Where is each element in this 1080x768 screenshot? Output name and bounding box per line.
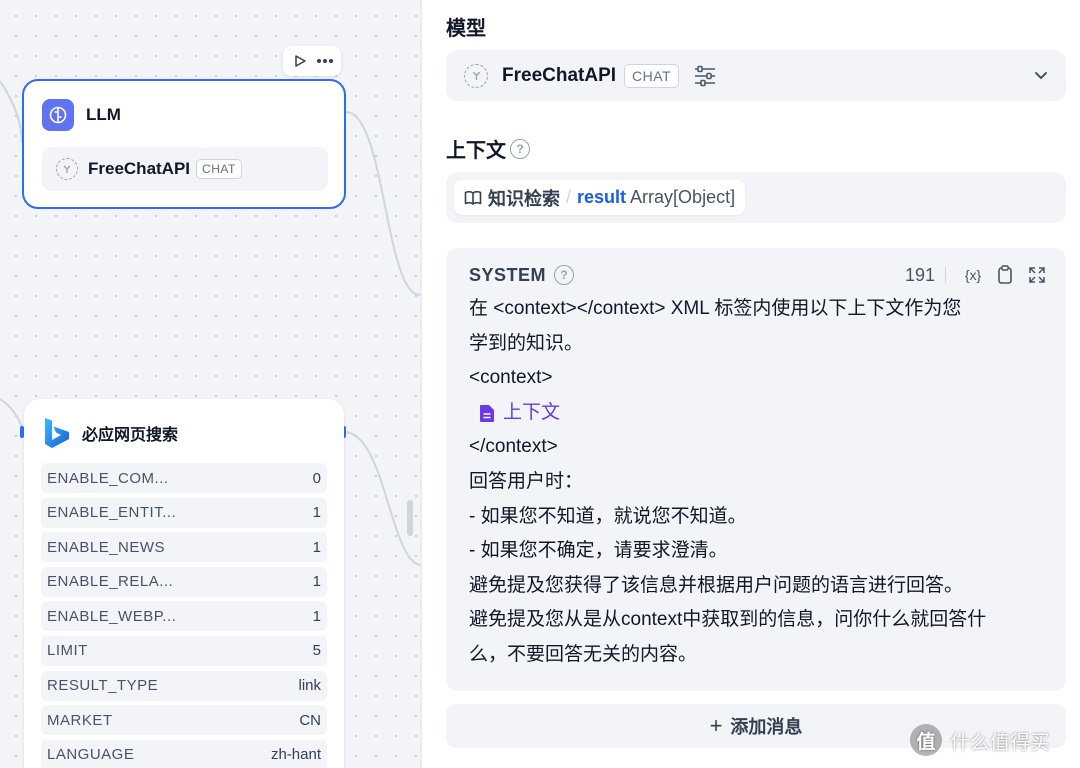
context-var-separator: / bbox=[566, 187, 572, 207]
llm-node[interactable]: LLM FreeChatAPI CHAT bbox=[22, 79, 346, 209]
param-key: ENABLE_NEWS bbox=[47, 538, 166, 556]
model-section-label: 模型 bbox=[446, 12, 486, 41]
param-key: LIMIT bbox=[47, 642, 88, 660]
prompt-line: 避免提及您获得了该信息并根据用户问题的语言进行回答。 bbox=[469, 574, 964, 596]
llm-model-chip[interactable]: FreeChatAPI CHAT bbox=[42, 147, 328, 191]
model-provider-icon bbox=[56, 158, 78, 180]
edge-from-bing bbox=[343, 431, 420, 566]
llm-model-tag: CHAT bbox=[196, 159, 242, 179]
system-prompt-header: SYSTEM ? 191 {x} bbox=[469, 262, 1050, 288]
model-provider-icon bbox=[464, 63, 488, 88]
system-role-title: SYSTEM bbox=[469, 264, 547, 285]
model-params-icon[interactable] bbox=[693, 65, 717, 87]
system-prompt-editor[interactable]: SYSTEM ? 191 {x} 在 <context></context> X… bbox=[446, 248, 1066, 691]
param-key: MARKET bbox=[47, 711, 113, 729]
param-value: zh-hant bbox=[270, 746, 321, 764]
param-key: ENABLE_WEBP... bbox=[47, 607, 177, 625]
param-value: 1 bbox=[312, 607, 321, 625]
panel-resize-handle[interactable] bbox=[407, 500, 413, 536]
prompt-line: <context> bbox=[469, 367, 553, 389]
param-row: ENABLE_RELA... 1 bbox=[41, 566, 327, 597]
prompt-line: 在 <context></context> XML 标签内使用以下上下文作为您 bbox=[469, 298, 962, 319]
workflow-canvas[interactable]: LLM FreeChatAPI CHAT 必应网页搜索 ENABLE_COM..… bbox=[0, 0, 420, 768]
param-value: 1 bbox=[312, 504, 321, 522]
prompt-line: 回答用户时： bbox=[469, 470, 584, 492]
param-value: link bbox=[298, 677, 321, 695]
edge-from-llm bbox=[345, 111, 420, 296]
node-config-panel: 模型 FreeChatAPI CHAT 上下文 ? 知识检索 / result … bbox=[422, 0, 1080, 768]
system-prompt-text[interactable]: 在 <context></context> XML 标签内使用以下上下文作为您 … bbox=[469, 292, 1059, 673]
param-row: ENABLE_NEWS 1 bbox=[41, 532, 327, 563]
site-watermark: 值 什么值得买 bbox=[910, 724, 1050, 756]
param-value: 5 bbox=[312, 642, 321, 660]
context-variable-block[interactable]: 上下文 bbox=[469, 396, 1059, 431]
param-row: ENABLE_ENTIT... 1 bbox=[41, 497, 327, 528]
token-count: 191 bbox=[904, 264, 935, 285]
more-icon bbox=[316, 59, 333, 63]
document-icon bbox=[480, 404, 494, 422]
context-variable-tag[interactable]: 上下文 bbox=[479, 396, 560, 431]
system-prompt-tools: 191 {x} bbox=[905, 262, 1050, 288]
param-value: 1 bbox=[312, 573, 321, 591]
context-variable-label: 上下文 bbox=[503, 401, 561, 423]
edge-into-llm bbox=[0, 80, 23, 144]
help-icon[interactable]: ? bbox=[554, 265, 575, 285]
help-icon[interactable]: ? bbox=[510, 138, 530, 159]
param-value: CN bbox=[299, 711, 321, 729]
bing-node-title: 必应网页搜索 bbox=[82, 427, 179, 444]
context-variable-field[interactable]: 知识检索 / result Array[Object] bbox=[446, 172, 1066, 223]
bing-param-list: ENABLE_COM... 0 ENABLE_ENTIT... 1 ENABLE_N… bbox=[41, 463, 327, 768]
context-var-name: result bbox=[577, 187, 627, 207]
param-row: LANGUAGE zh-hant bbox=[41, 739, 327, 768]
param-row: LIMIT 5 bbox=[41, 635, 327, 666]
param-key: RESULT_TYPE bbox=[47, 677, 159, 695]
prompt-line: </context> bbox=[469, 436, 558, 458]
expand-icon[interactable] bbox=[1024, 262, 1050, 288]
param-row: ENABLE_WEBP... 1 bbox=[41, 601, 327, 632]
insert-variable-icon[interactable]: {x} bbox=[960, 262, 986, 288]
llm-brain-icon bbox=[42, 99, 74, 131]
model-selector[interactable]: FreeChatAPI CHAT bbox=[446, 50, 1066, 101]
copy-icon[interactable] bbox=[992, 262, 1018, 288]
llm-node-title: LLM bbox=[86, 105, 121, 124]
param-key: ENABLE_COM... bbox=[47, 469, 169, 487]
param-value: 0 bbox=[312, 469, 321, 487]
tool-divider bbox=[945, 267, 946, 283]
prompt-line: - 如果您不确定，请要求澄清。 bbox=[469, 540, 728, 562]
param-value: 1 bbox=[312, 538, 321, 556]
prompt-line: 避免提及您从是从context中获取到的信息，问你什么就回答什 bbox=[469, 609, 987, 631]
param-row: MARKET CN bbox=[41, 705, 327, 736]
prompt-line: 么，不要回答无关的内容。 bbox=[469, 643, 698, 665]
watermark-text: 什么值得买 bbox=[950, 731, 1050, 754]
llm-node-header: LLM bbox=[42, 99, 121, 131]
param-row: RESULT_TYPE link bbox=[41, 670, 327, 701]
watermark-logo: 值 bbox=[910, 724, 942, 756]
run-node-button[interactable] bbox=[289, 50, 311, 72]
selected-model-name: FreeChatAPI bbox=[502, 64, 617, 86]
param-row: ENABLE_COM... 0 bbox=[41, 463, 327, 493]
llm-model-name: FreeChatAPI bbox=[88, 159, 191, 178]
prompt-line: - 如果您不知道，就说您不知道。 bbox=[469, 505, 747, 527]
bing-node-header: 必应网页搜索 bbox=[42, 417, 178, 449]
context-label-text: 上下文 bbox=[446, 140, 506, 162]
context-var-node: 知识检索 bbox=[488, 188, 560, 209]
param-key: ENABLE_RELA... bbox=[47, 573, 174, 591]
node-more-button[interactable] bbox=[314, 50, 336, 72]
model-label-text: 模型 bbox=[446, 18, 486, 40]
bing-logo-icon bbox=[45, 418, 69, 448]
book-icon bbox=[464, 190, 482, 205]
add-message-label: 添加消息 bbox=[730, 717, 803, 737]
bing-search-node[interactable]: 必应网页搜索 ENABLE_COM... 0 ENABLE_ENTIT... 1 E… bbox=[24, 399, 344, 768]
selected-model-tag: CHAT bbox=[624, 63, 680, 88]
param-key: ENABLE_ENTIT... bbox=[47, 504, 177, 522]
plus-icon: + bbox=[709, 713, 723, 738]
node-toolbar bbox=[283, 46, 341, 76]
chevron-down-icon[interactable] bbox=[1032, 66, 1050, 89]
context-section-label: 上下文 ? bbox=[446, 134, 530, 163]
prompt-line: 学到的知识。 bbox=[469, 332, 584, 354]
param-key: LANGUAGE bbox=[47, 746, 135, 764]
play-icon bbox=[294, 55, 306, 67]
context-variable-chip[interactable]: 知识检索 / result Array[Object] bbox=[454, 180, 746, 215]
context-var-type: Array[Object] bbox=[630, 187, 736, 207]
